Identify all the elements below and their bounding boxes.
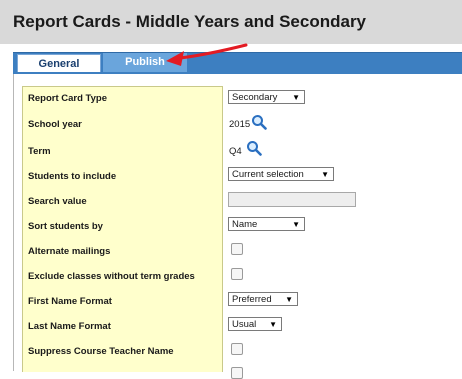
exclude-classes-checkbox[interactable] <box>231 268 243 280</box>
label-suppress-teacher: Suppress Course Teacher Name <box>28 346 174 357</box>
first-name-format-value: Preferred <box>232 294 272 305</box>
dropdown-arrow-icon: ▼ <box>292 220 300 229</box>
first-name-format-select[interactable]: Preferred ▼ <box>228 292 298 306</box>
dropdown-arrow-icon: ▼ <box>285 295 293 304</box>
report-card-type-value: Secondary <box>232 92 278 103</box>
label-term: Term <box>28 146 51 157</box>
dropdown-arrow-icon: ▼ <box>269 320 277 329</box>
tab-strip: General Publish <box>13 52 462 74</box>
title-bar: Report Cards - Middle Years and Secondar… <box>0 0 462 44</box>
label-school-year: School year <box>28 119 82 130</box>
term-value: Q4 <box>229 146 242 157</box>
report-card-type-select[interactable]: Secondary ▼ <box>228 90 305 104</box>
page-title: Report Cards - Middle Years and Secondar… <box>13 12 367 31</box>
dropdown-arrow-icon: ▼ <box>292 93 300 102</box>
tab-general[interactable]: General <box>17 54 101 74</box>
students-to-include-select[interactable]: Current selection ▼ <box>228 167 334 181</box>
label-exclude-classes: Exclude classes without term grades <box>28 271 195 282</box>
alternate-mailings-checkbox[interactable] <box>231 243 243 255</box>
label-search-value: Search value <box>28 196 87 207</box>
label-alternate-mailings: Alternate mailings <box>28 246 111 257</box>
tab-publish[interactable]: Publish <box>103 53 187 73</box>
sort-students-by-value: Name <box>232 219 258 230</box>
label-first-name-format: First Name Format <box>28 296 112 307</box>
label-report-card-type: Report Card Type <box>28 93 108 104</box>
suppress-teacher-checkbox[interactable] <box>231 343 243 355</box>
last-name-format-select[interactable]: Usual ▼ <box>228 317 282 331</box>
dropdown-arrow-icon: ▼ <box>321 170 329 179</box>
next-row-checkbox[interactable] <box>231 367 243 379</box>
last-name-format-value: Usual <box>232 319 257 330</box>
label-students-to-include: Students to include <box>28 171 117 182</box>
school-year-value: 2015 <box>229 119 251 130</box>
magnifier-icon[interactable] <box>246 140 262 156</box>
magnifier-icon[interactable] <box>251 114 267 130</box>
sort-students-by-select[interactable]: Name ▼ <box>228 217 305 231</box>
search-value-input[interactable] <box>228 192 356 207</box>
students-to-include-value: Current selection <box>232 169 304 180</box>
label-sort-students-by: Sort students by <box>28 221 103 232</box>
label-last-name-format: Last Name Format <box>28 321 111 332</box>
